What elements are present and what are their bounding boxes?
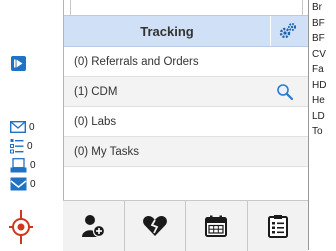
header-divider: [270, 16, 271, 46]
add-patient-button[interactable]: [63, 201, 125, 251]
tracking-item-my-tasks[interactable]: (0) My Tasks: [64, 137, 309, 167]
list-item[interactable]: LD: [309, 109, 336, 125]
bottom-toolbar: [63, 200, 308, 251]
list-item[interactable]: BF: [309, 31, 336, 47]
tracking-item-referrals[interactable]: (0) Referrals and Orders: [64, 47, 309, 77]
schedule-button[interactable]: [186, 201, 248, 251]
rail-item-inbox[interactable]: 0: [10, 176, 36, 192]
envelope-icon: [10, 121, 26, 133]
messages-count: 0: [29, 121, 35, 133]
tracking-item-label: (0) Referrals and Orders: [74, 55, 199, 68]
checklist-icon: [267, 215, 288, 238]
panel-top-inner: [70, 0, 303, 15]
broken-heart-icon: [142, 216, 167, 236]
health-alert-button[interactable]: [125, 201, 186, 251]
tracking-item-cdm[interactable]: (1) CDM: [64, 77, 309, 107]
inbox-count: 0: [30, 178, 36, 190]
cdm-search-button[interactable]: [276, 83, 294, 101]
list-item[interactable]: Fa: [309, 62, 336, 78]
collapse-toggle-button[interactable]: [11, 56, 26, 71]
tracking-header: Tracking: [64, 16, 309, 47]
list-icon: [10, 139, 24, 154]
add-user-icon: [82, 215, 106, 238]
tracking-item-labs[interactable]: (0) Labs: [64, 107, 309, 137]
list-item[interactable]: BF: [309, 16, 336, 32]
inbox-icon: [10, 177, 27, 191]
rail-item-messages[interactable]: 0: [10, 119, 35, 135]
tracking-title: Tracking: [140, 23, 194, 39]
tracking-item-label: (0) Labs: [74, 115, 117, 128]
crosshair-target-icon: [9, 210, 33, 244]
right-panel-empty-area: [308, 186, 336, 250]
right-side-list: Br BF BF CV Fa HD He LD To: [308, 0, 336, 186]
list-item[interactable]: HD: [309, 78, 336, 94]
tracking-settings-button[interactable]: [278, 22, 298, 40]
checklist-button[interactable]: [248, 201, 309, 251]
documents-count: 0: [30, 159, 36, 171]
list-item[interactable]: To: [309, 124, 336, 140]
search-icon: [277, 84, 294, 101]
list-count: 0: [27, 140, 33, 152]
panel-top-strip: [64, 0, 309, 16]
calendar-icon: [205, 215, 228, 237]
tracking-item-label: (0) My Tasks: [74, 145, 139, 158]
gears-icon: [279, 23, 296, 39]
document-tray-icon: [10, 157, 27, 172]
location-target-button[interactable]: [6, 210, 36, 244]
left-rail: 0 0 0 0: [0, 0, 62, 250]
list-item[interactable]: He: [309, 93, 336, 109]
skip-arrow-icon: [14, 59, 23, 68]
rail-item-list[interactable]: 0: [10, 138, 33, 154]
rail-item-documents[interactable]: 0: [10, 157, 36, 173]
list-item[interactable]: Br: [309, 0, 336, 16]
tracking-item-label: (1) CDM: [74, 85, 118, 98]
list-item[interactable]: CV: [309, 47, 336, 63]
